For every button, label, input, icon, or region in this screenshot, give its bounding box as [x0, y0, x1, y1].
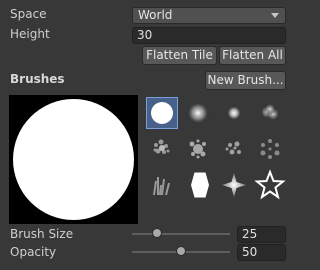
- brushes-title: Brushes: [10, 72, 65, 86]
- brush-item-star-outline[interactable]: [254, 169, 286, 201]
- height-label: Height: [10, 27, 50, 41]
- grass-brush-icon: [153, 177, 170, 196]
- brush-size-row: Brush Size 25: [0, 225, 291, 245]
- brush-item-ring-noise[interactable]: [254, 133, 286, 165]
- brush-item-star-burst[interactable]: [218, 169, 250, 201]
- hexagon-brush-icon: [191, 172, 209, 198]
- height-row: Height 30: [0, 25, 291, 45]
- small-soft-brush-icon: [226, 105, 242, 121]
- opacity-field[interactable]: 50: [237, 244, 286, 261]
- star-burst-brush-icon: [222, 173, 246, 197]
- space-dropdown[interactable]: World: [132, 7, 286, 24]
- brush-item-soft-blob[interactable]: [182, 97, 214, 129]
- flatten-all-button[interactable]: Flatten All: [219, 46, 286, 65]
- brush-item-grass[interactable]: [146, 169, 178, 201]
- ring-noise-brush-icon: [260, 139, 280, 159]
- brush-item-scatter[interactable]: [218, 133, 250, 165]
- chevron-down-icon: [271, 13, 279, 18]
- space-row: Space World: [0, 5, 291, 25]
- brush-size-slider-thumb[interactable]: [151, 228, 162, 238]
- noise-brush-icon: [153, 139, 170, 154]
- brush-item-noise[interactable]: [146, 133, 178, 165]
- scatter-brush-icon: [225, 141, 241, 155]
- space-label: Space: [10, 7, 47, 21]
- brush-item-splatter[interactable]: [182, 133, 214, 165]
- opacity-row: Opacity 50: [0, 243, 291, 263]
- space-value: World: [138, 8, 173, 22]
- new-brush-button[interactable]: New Brush...: [205, 71, 286, 90]
- brush-size-slider-track[interactable]: [132, 233, 230, 235]
- brush-item-circle[interactable]: [146, 97, 178, 129]
- soft-blob-brush-icon: [186, 101, 210, 125]
- star-outline-brush-icon: [254, 169, 286, 200]
- flatten-tile-button[interactable]: Flatten Tile: [142, 46, 217, 65]
- brush-size-label: Brush Size: [10, 227, 74, 241]
- brush-item-cloud[interactable]: [254, 97, 286, 129]
- opacity-slider-thumb[interactable]: [176, 246, 186, 256]
- brush-grid: [146, 97, 286, 201]
- brush-item-small-soft[interactable]: [218, 97, 250, 129]
- brush-size-field[interactable]: 25: [237, 226, 286, 243]
- brush-preview: [9, 95, 138, 224]
- brush-item-hexagon[interactable]: [182, 169, 214, 201]
- opacity-label: Opacity: [10, 245, 57, 259]
- height-field[interactable]: 30: [132, 27, 286, 44]
- circle-brush-icon: [151, 102, 173, 124]
- cloud-brush-icon: [260, 103, 280, 121]
- splatter-brush-icon: [189, 139, 206, 159]
- brush-preview-shape: [13, 99, 134, 220]
